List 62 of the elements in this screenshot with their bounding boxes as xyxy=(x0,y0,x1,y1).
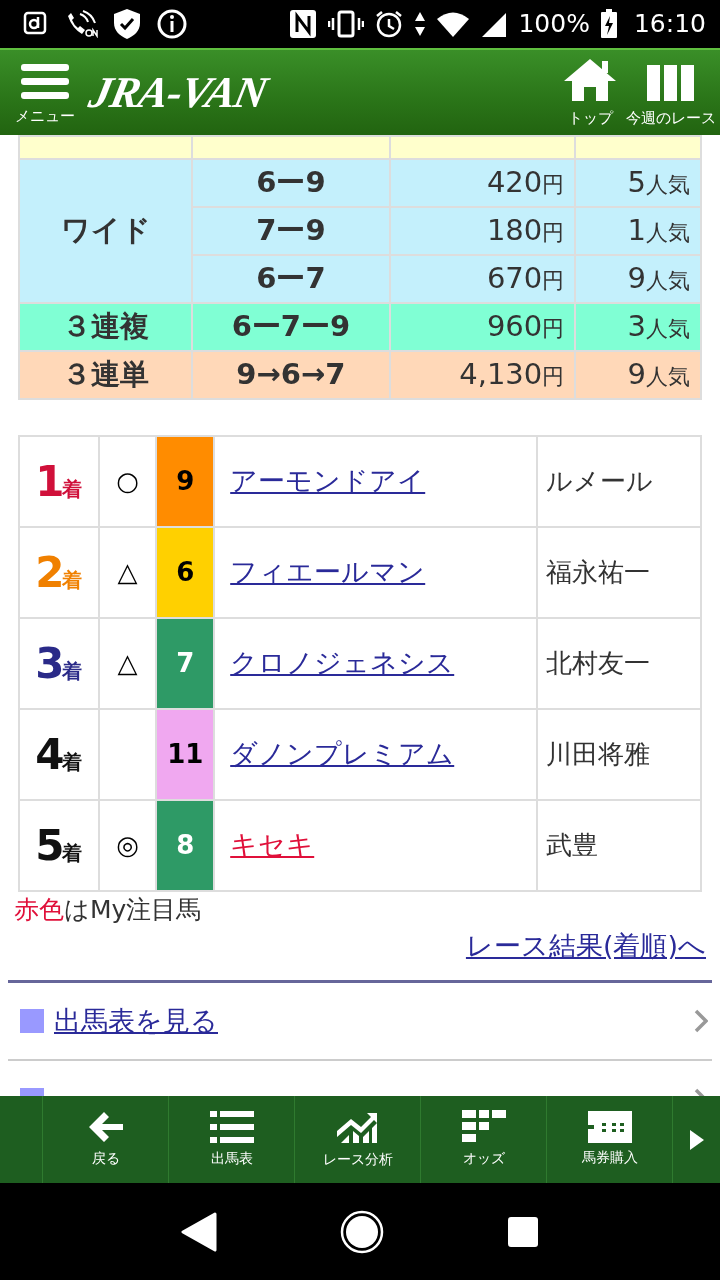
rank-cell: 5着 xyxy=(19,800,99,891)
ticket-icon xyxy=(587,1111,632,1143)
top-button[interactable]: トップ xyxy=(558,50,622,135)
horse-number-cell: 11 xyxy=(156,709,215,800)
scroll-right-icon[interactable] xyxy=(688,1128,705,1151)
back-icon[interactable] xyxy=(181,1211,218,1252)
rank-cell: 2着 xyxy=(19,527,99,618)
blocks-icon xyxy=(461,1110,506,1144)
menu-icon xyxy=(21,63,69,102)
clock-time: 16:10 xyxy=(633,8,706,41)
toolbar-button[interactable]: 馬券購入 xyxy=(547,1096,673,1183)
popularity-cell: 5人気 xyxy=(575,159,701,207)
bet-type-cell: ワイド xyxy=(19,159,193,303)
combination-cell: 7ー9 xyxy=(192,207,390,255)
combination-cell: 9→6→7 xyxy=(192,351,390,399)
horse-name-link[interactable]: キセキ xyxy=(230,829,315,861)
vibrate-icon xyxy=(328,9,365,39)
menu-link[interactable]: 出馬表を見る xyxy=(54,1000,218,1042)
chevron-right-icon xyxy=(694,1009,708,1033)
horse-number-cell: 9 xyxy=(156,436,215,527)
popularity-cell: 9人気 xyxy=(575,351,701,399)
battery-percentage: 100% xyxy=(518,8,590,41)
payout-cell: 4,130円 xyxy=(389,351,576,399)
rank-cell: 1着 xyxy=(19,436,99,527)
data-arrows-icon xyxy=(414,11,427,37)
payout-cell: 180円 xyxy=(389,207,576,255)
race-result-link[interactable]: レース結果(着順)へ xyxy=(465,928,706,964)
rank-cell: 3着 xyxy=(19,618,99,709)
bet-type-cell: ３連複 xyxy=(19,303,193,351)
jockey-cell: 北村友一 xyxy=(537,618,701,709)
battery-charging-icon xyxy=(599,9,618,39)
horse-number-cell: 8 xyxy=(156,800,215,891)
square-bullet-icon xyxy=(20,1009,44,1033)
jockey-cell: ルメール xyxy=(537,436,701,527)
popularity-cell: 9人気 xyxy=(575,255,701,303)
info-icon xyxy=(156,8,188,40)
jockey-cell: 川田将雅 xyxy=(537,709,701,800)
logo: JRA-VAN xyxy=(83,66,272,119)
home-icon[interactable] xyxy=(340,1209,384,1254)
combination-cell: 6ー7ー9 xyxy=(192,303,390,351)
recent-apps-icon[interactable] xyxy=(506,1215,539,1248)
popularity-cell: 1人気 xyxy=(575,207,701,255)
wifi-icon xyxy=(436,10,471,38)
shield-check-icon xyxy=(112,8,142,40)
horse-number-cell: 6 xyxy=(156,527,215,618)
list-icon xyxy=(209,1110,254,1144)
nfc-icon xyxy=(288,8,319,40)
house-icon xyxy=(562,56,618,103)
horse-number-cell: 7 xyxy=(156,618,215,709)
payout-cell: 670円 xyxy=(389,255,576,303)
payout-cell: 960円 xyxy=(389,303,576,351)
combination-cell: 6ー9 xyxy=(192,159,390,207)
bet-type-cell: ３連単 xyxy=(19,351,193,399)
combination-cell: 6ー7 xyxy=(192,255,390,303)
this-week-races-button[interactable]: 今週のレース xyxy=(622,50,720,135)
legend-text: 赤色はMy注目馬 xyxy=(14,894,203,926)
jockey-cell: 武豊 xyxy=(537,800,701,891)
payout-cell: 420円 xyxy=(389,159,576,207)
rank-cell: 4着 xyxy=(19,709,99,800)
columns-icon xyxy=(646,62,696,103)
jockey-cell: 福永祐一 xyxy=(537,527,701,618)
popularity-cell: 3人気 xyxy=(575,303,701,351)
